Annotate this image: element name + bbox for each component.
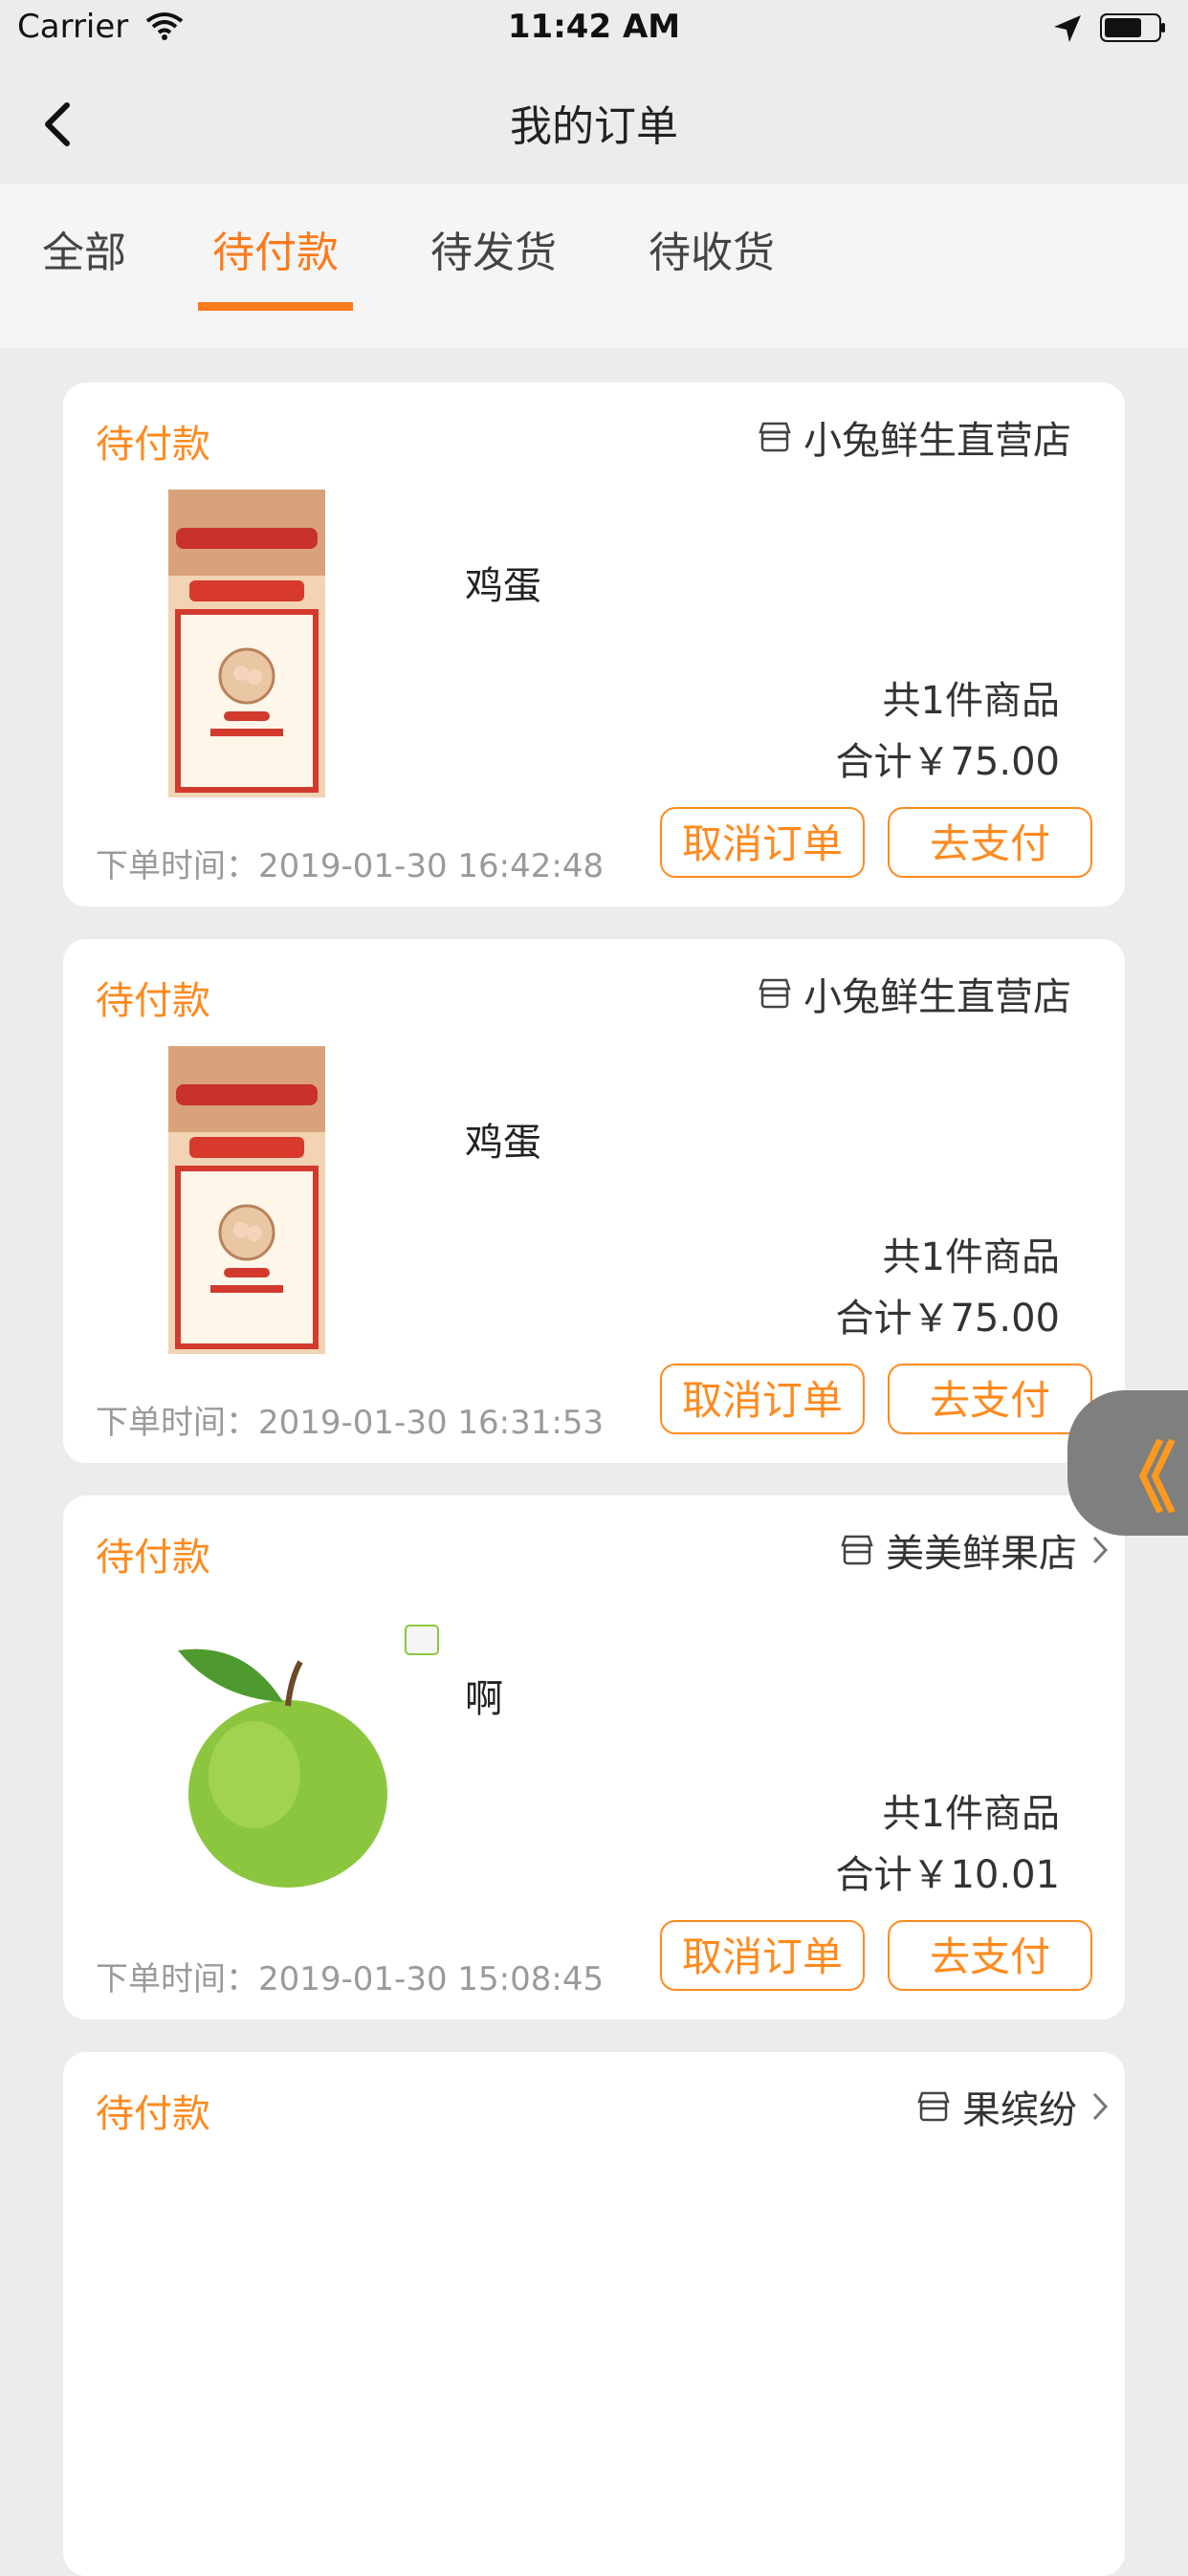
- chevron-right-icon: [1092, 2092, 1109, 2121]
- cancel-order-button[interactable]: 取消订单: [660, 1364, 865, 1434]
- order-card[interactable]: 待付款 果缤纷: [63, 2052, 1125, 2576]
- tab-pending-shipment[interactable]: 待发货: [430, 218, 557, 279]
- battery-icon: [1100, 13, 1165, 42]
- store-name: 小兔鲜生直营店: [803, 419, 1071, 463]
- order-card[interactable]: 待付款 小兔鲜生直营店 鸡蛋 共1件商品 合计￥75.00 下单时间：2019-…: [63, 382, 1125, 906]
- product-name: 啊: [465, 1677, 503, 1721]
- pay-button[interactable]: 去支付: [888, 1920, 1092, 1991]
- item-count: 共1件商品: [882, 1235, 1060, 1279]
- order-total: 合计￥75.00: [835, 740, 1060, 784]
- order-time: 下单时间：2019-01-30 15:08:45: [96, 1960, 605, 1998]
- store-name: 果缤纷: [962, 2088, 1077, 2132]
- order-card[interactable]: 待付款 小兔鲜生直营店 鸡蛋 共1件商品 合计￥75.00 下单时间：2019-…: [63, 939, 1125, 1463]
- item-count: 共1件商品: [882, 1792, 1060, 1836]
- store-name: 美美鲜果店: [886, 1532, 1077, 1576]
- product-name: 鸡蛋: [465, 1121, 541, 1165]
- product-image-eggs: [168, 1046, 325, 1354]
- location-arrow-icon: [1054, 15, 1081, 42]
- store-icon: [917, 2091, 950, 2122]
- item-count: 共1件商品: [882, 679, 1060, 723]
- order-status: 待付款: [96, 979, 210, 1023]
- status-bar: Carrier 11:42 AM: [0, 0, 1188, 57]
- product-image-apple: [178, 1625, 439, 1888]
- store-link[interactable]: 果缤纷: [916, 2079, 1110, 2134]
- active-tab-indicator: [198, 302, 353, 311]
- tab-all[interactable]: 全部: [42, 218, 126, 279]
- tab-pending-receipt[interactable]: 待收货: [649, 218, 775, 279]
- order-total: 合计￥75.00: [835, 1297, 1060, 1341]
- order-status: 待付款: [96, 423, 210, 467]
- store-icon: [759, 978, 791, 1009]
- order-card[interactable]: 待付款 美美鲜果店 啊 共1件商品 合计￥10.01 下单时间：2019-01-…: [63, 1495, 1125, 2019]
- chevron-right-icon: [1092, 1536, 1109, 1564]
- store-icon: [759, 422, 791, 452]
- clock: 11:42 AM: [507, 8, 681, 46]
- order-time: 下单时间：2019-01-30 16:31:53: [96, 1404, 605, 1442]
- order-tabs: 全部 待付款 待发货 待收货: [0, 184, 1188, 348]
- pay-button[interactable]: 去支付: [888, 807, 1092, 878]
- product-image-eggs: [168, 490, 325, 797]
- store-icon: [841, 1535, 873, 1565]
- store-name: 小兔鲜生直营店: [803, 975, 1071, 1019]
- floating-expand-button[interactable]: 《: [1067, 1390, 1188, 1536]
- order-total: 合计￥10.01: [835, 1853, 1060, 1897]
- tab-pending-payment[interactable]: 待付款: [212, 218, 339, 279]
- nav-bar: 我的订单: [0, 57, 1188, 184]
- double-chevron-left-icon: 《: [1100, 1434, 1177, 1523]
- cancel-order-button[interactable]: 取消订单: [660, 807, 865, 878]
- pay-button[interactable]: 去支付: [888, 1364, 1092, 1434]
- product-name: 鸡蛋: [465, 564, 541, 608]
- store-link[interactable]: 美美鲜果店: [840, 1522, 1110, 1578]
- order-time: 下单时间：2019-01-30 16:42:48: [96, 847, 605, 885]
- order-status: 待付款: [96, 1536, 210, 1580]
- store-link[interactable]: 小兔鲜生直营店: [758, 966, 1071, 1021]
- store-link[interactable]: 小兔鲜生直营店: [758, 409, 1071, 465]
- cancel-order-button[interactable]: 取消订单: [660, 1920, 865, 1991]
- order-status: 待付款: [96, 2092, 210, 2136]
- page-title: 我的订单: [510, 102, 678, 151]
